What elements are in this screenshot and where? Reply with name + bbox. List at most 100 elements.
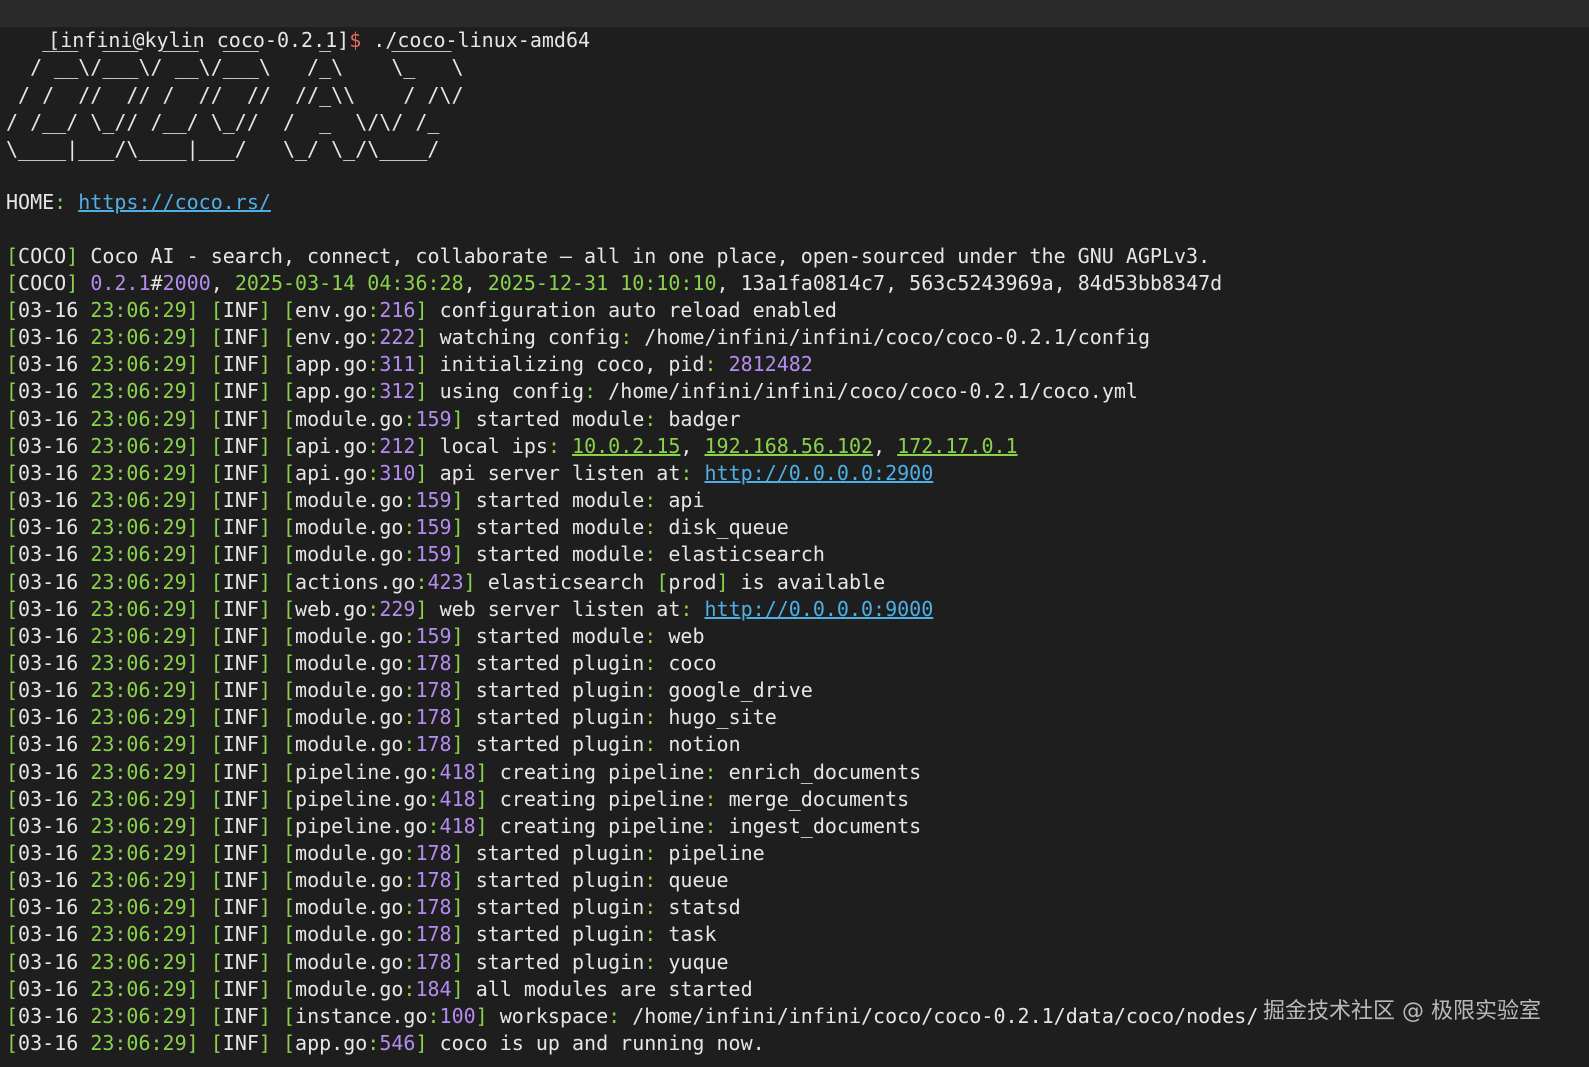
log-message: started plugin	[475, 650, 645, 675]
log-message: started module	[475, 515, 645, 540]
ascii-logo-line: ___ ___ ___ ___ _ _____	[6, 28, 452, 52]
log-message: api server listen at	[439, 460, 681, 485]
log-source-file: env.go	[295, 325, 368, 350]
log-source-file: instance.go	[295, 1003, 428, 1028]
log-line: [03-16 23:06:29] [INF] [env.go:216] conf…	[6, 298, 837, 322]
log-line: [03-16 23:06:29] [INF] [module.go:184] a…	[6, 976, 753, 1001]
log-message: using config	[439, 379, 585, 404]
log-line: [03-16 23:06:29] [INF] [app.go:312] usin…	[6, 379, 1138, 404]
log-message: workspace	[499, 1003, 609, 1028]
home-line: HOME: https://coco.rs/	[6, 190, 271, 214]
shell-prompt-line: [infini@kylin coco-0.2.1]$ ./coco-linux-…	[0, 0, 1589, 52]
log-source-file: module.go	[295, 922, 404, 947]
terminal-window[interactable]: [infini@kylin coco-0.2.1]$ ./coco-linux-…	[0, 0, 1589, 1067]
log-line: [03-16 23:06:29] [INF] [module.go:178] s…	[6, 922, 717, 947]
log-message: web server listen at	[439, 596, 681, 621]
log-line: [03-16 23:06:29] [INF] [pipeline.go:418]…	[6, 786, 910, 811]
log-message: started plugin	[475, 705, 645, 730]
log-message: started plugin	[475, 895, 645, 920]
log-line: [03-16 23:06:29] [INF] [module.go:159] s…	[6, 488, 705, 513]
log-line: [03-16 23:06:29] [INF] [env.go:222] watc…	[6, 325, 1151, 350]
log-source-file: module.go	[295, 678, 404, 703]
log-message: started module	[475, 488, 645, 513]
log-line: [03-16 23:06:29] [INF] [module.go:159] s…	[6, 406, 741, 431]
ascii-logo-line: / __\/___\/ __\/___\ /_\ \_ \	[6, 55, 464, 80]
log-line: [03-16 23:06:29] [INF] [module.go:178] s…	[6, 868, 729, 893]
log-line: [03-16 23:06:29] [INF] [module.go:178] s…	[6, 949, 729, 974]
log-source-file: actions.go	[295, 569, 416, 594]
log-line: [03-16 23:06:29] [INF] [app.go:311] init…	[6, 352, 813, 377]
log-message: started plugin	[475, 922, 645, 947]
log-message: coco is up and running now.	[439, 1031, 765, 1056]
log-source-file: module.go	[295, 949, 404, 974]
log-source-file: module.go	[295, 868, 404, 893]
log-line: [03-16 23:06:29] [INF] [module.go:159] s…	[6, 542, 825, 567]
log-line: [03-16 23:06:29] [INF] [api.go:212] loca…	[6, 433, 1018, 458]
log-message: started plugin	[475, 841, 645, 865]
log-source-file: pipeline.go	[295, 759, 428, 784]
log-message: watching config	[439, 325, 621, 350]
log-message: elasticsearch	[487, 569, 657, 594]
log-line: [03-16 23:06:29] [INF] [module.go:178] s…	[6, 732, 741, 757]
log-message: started plugin	[475, 678, 645, 703]
log-source-file: module.go	[295, 895, 404, 920]
log-source-file: module.go	[295, 841, 404, 865]
coco-description-line: [COCO] Coco AI - search, connect, collab…	[6, 244, 1211, 268]
log-line: [03-16 23:06:29] [INF] [module.go:159] s…	[6, 623, 705, 648]
log-source-file: pipeline.go	[295, 786, 428, 811]
log-message: started plugin	[475, 949, 645, 974]
ip-address: 10.0.2.15	[572, 433, 681, 458]
log-source-file: app.go	[295, 1031, 368, 1056]
log-message: local ips	[439, 433, 548, 458]
ip-address: 192.168.56.102	[704, 433, 874, 458]
log-message: creating pipeline	[499, 759, 705, 784]
log-line: [03-16 23:06:29] [INF] [pipeline.go:418]…	[6, 813, 922, 838]
log-message: started plugin	[475, 732, 645, 757]
log-message: started module	[475, 542, 645, 567]
server-url-link[interactable]: http://0.0.0.0:2900	[704, 461, 933, 485]
log-source-file: module.go	[295, 542, 404, 567]
log-message: started module	[475, 406, 645, 431]
ascii-logo-line: \____|___/\____|___/ \_/ \_/\____/	[6, 137, 440, 162]
log-message: configuration auto reload enabled	[439, 298, 837, 322]
watermark: 掘金技术社区 @ 极限实验室	[1263, 999, 1541, 1024]
log-source-file: module.go	[295, 623, 404, 648]
log-source-file: app.go	[295, 352, 368, 377]
log-line: [03-16 23:06:29] [INF] [module.go:178] s…	[6, 650, 717, 675]
log-message: started plugin	[475, 868, 645, 893]
log-source-file: api.go	[295, 460, 368, 485]
log-line: [03-16 23:06:29] [INF] [module.go:178] s…	[6, 841, 765, 865]
log-source-file: module.go	[295, 705, 404, 730]
log-line: [03-16 23:06:29] [INF] [module.go:178] s…	[6, 678, 813, 703]
log-message: all modules are started	[475, 976, 753, 1001]
log-source-file: pipeline.go	[295, 813, 428, 838]
log-source-file: module.go	[295, 976, 404, 1001]
log-message: started module	[475, 623, 645, 648]
log-line: [03-16 23:06:29] [INF] [app.go:546] coco…	[6, 1031, 765, 1056]
log-line: [03-16 23:06:29] [INF] [module.go:178] s…	[6, 895, 741, 920]
log-line: [03-16 23:06:29] [INF] [instance.go:100]…	[6, 1003, 1259, 1028]
coco-version-line: [COCO] 0.2.1#2000, 2025-03-14 04:36:28, …	[6, 271, 1223, 295]
log-line: [03-16 23:06:29] [INF] [actions.go:423] …	[6, 569, 886, 594]
log-source-file: module.go	[295, 650, 404, 675]
log-source-file: module.go	[295, 406, 404, 431]
log-source-file: module.go	[295, 488, 404, 513]
log-message: creating pipeline	[499, 786, 705, 811]
log-source-file: module.go	[295, 732, 404, 757]
ascii-logo-line: / /__/ \_// /__/ \_// / _ \/\/ /_	[6, 109, 440, 134]
ip-address: 172.17.0.1	[897, 433, 1018, 458]
log-line: [03-16 23:06:29] [INF] [module.go:159] s…	[6, 515, 789, 540]
log-message: creating pipeline	[499, 813, 705, 838]
log-source-file: api.go	[295, 433, 368, 458]
log-line: [03-16 23:06:29] [INF] [api.go:310] api …	[6, 460, 934, 485]
home-link[interactable]: https://coco.rs/	[78, 190, 271, 214]
log-source-file: app.go	[295, 379, 368, 404]
log-line: [03-16 23:06:29] [INF] [pipeline.go:418]…	[6, 759, 922, 784]
log-source-file: web.go	[295, 596, 368, 621]
log-source-file: module.go	[295, 515, 404, 540]
log-line: [03-16 23:06:29] [INF] [module.go:178] s…	[6, 705, 777, 730]
log-source-file: env.go	[295, 298, 368, 322]
server-url-link[interactable]: http://0.0.0.0:9000	[704, 597, 933, 621]
ascii-logo-line: / / // // / // // //_\\ / /\/	[6, 82, 464, 107]
log-message: initializing coco, pid	[439, 352, 705, 377]
